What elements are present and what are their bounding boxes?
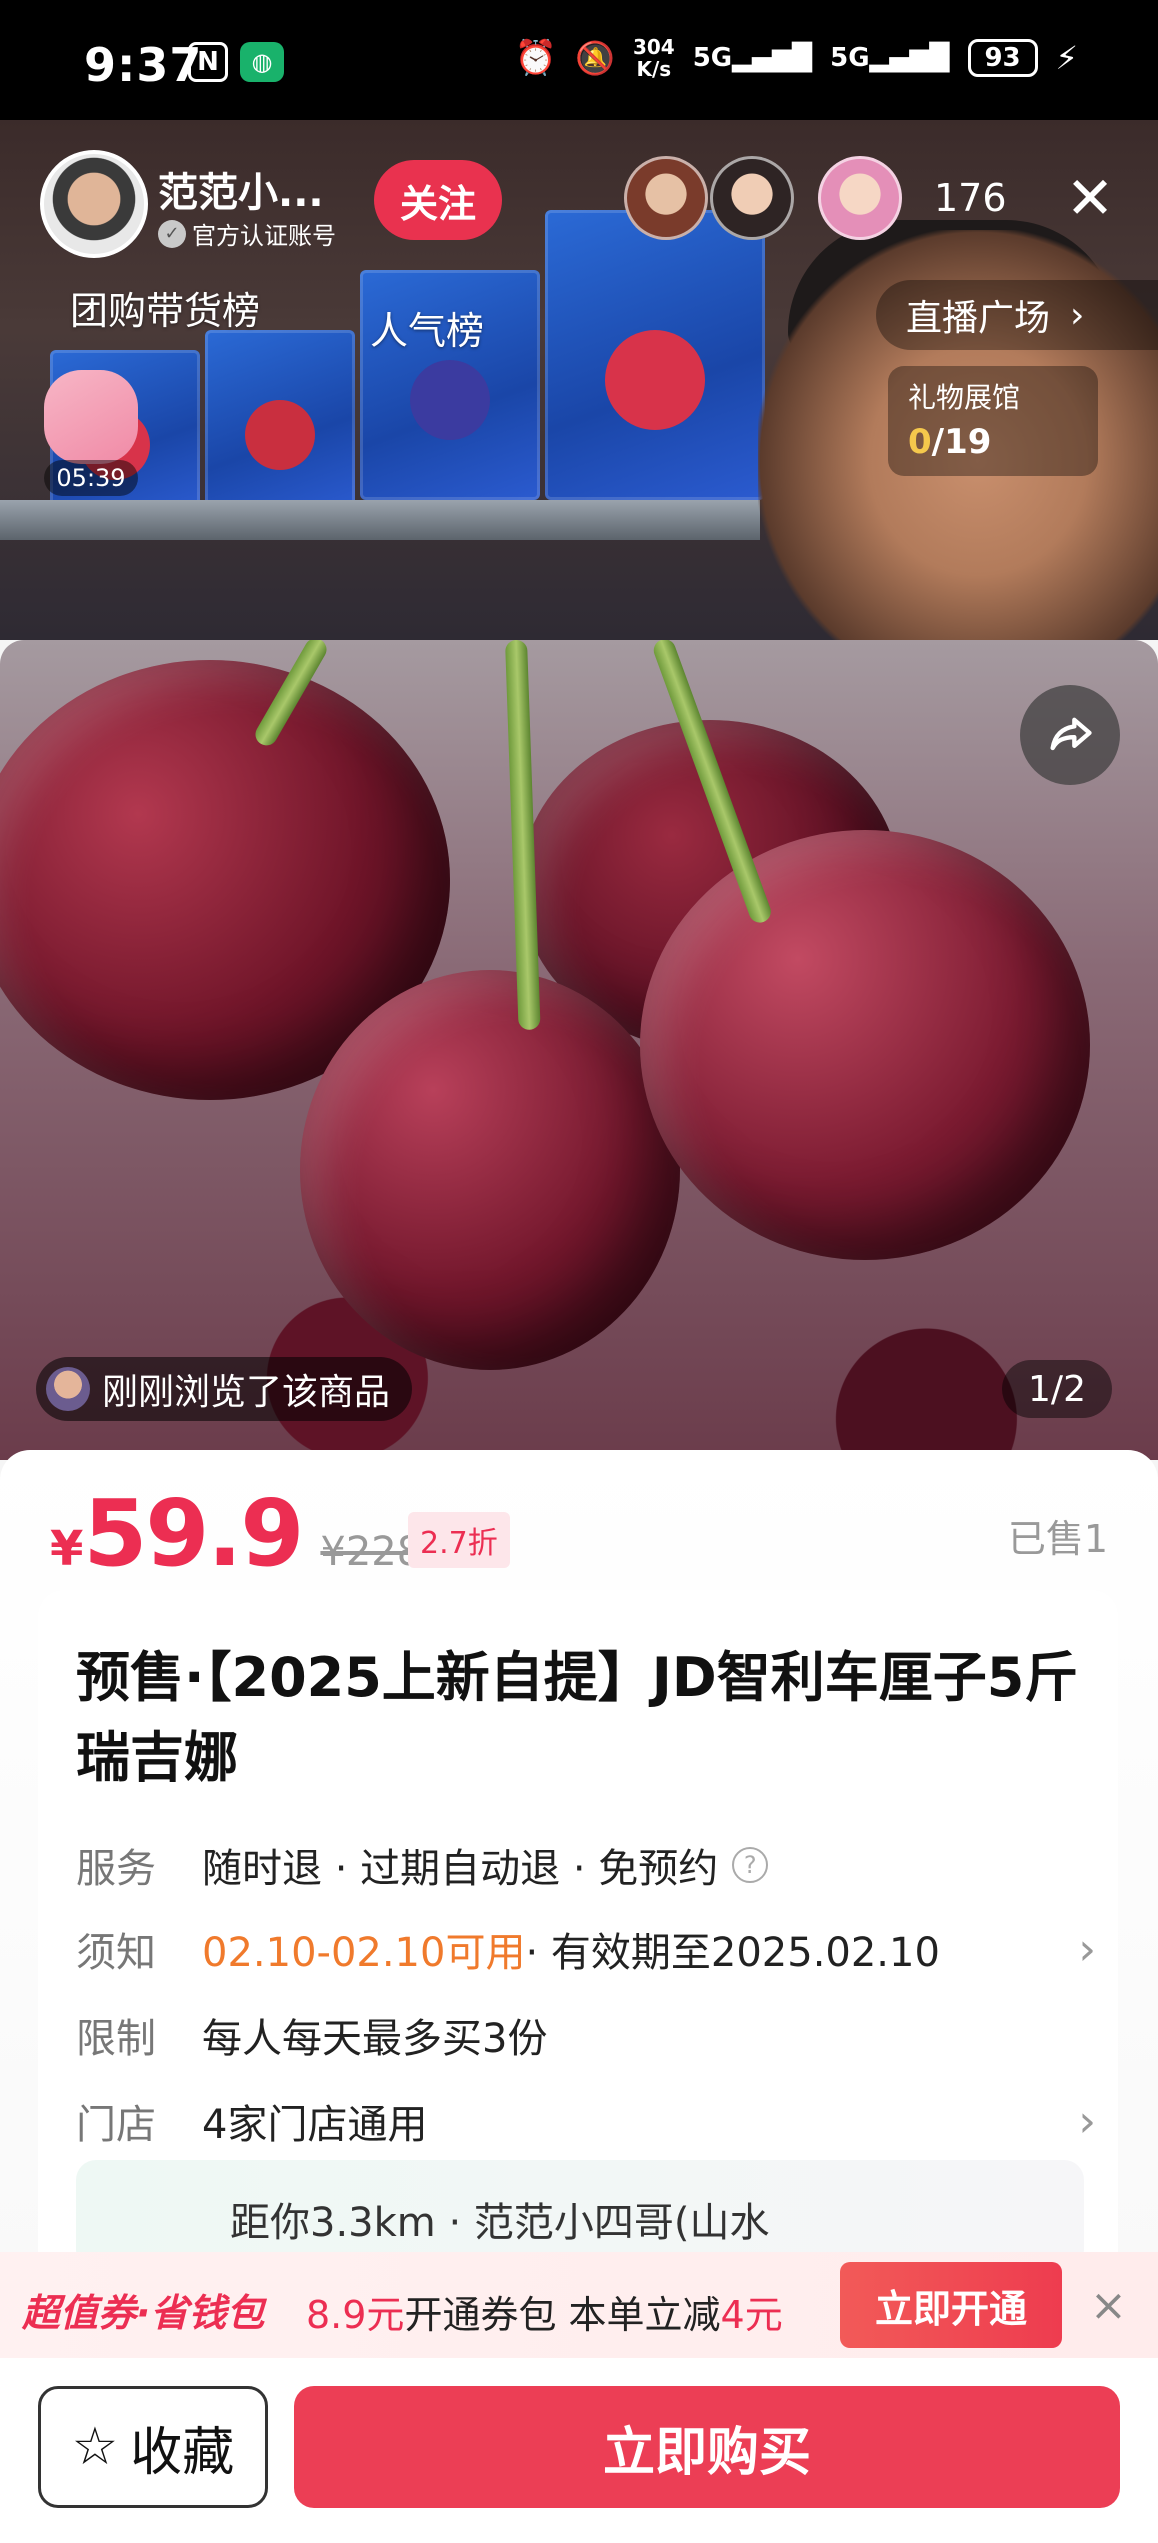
plaza-label: 直播广场 [906,298,1051,339]
verified-icon: ✓ [158,219,186,248]
status-icons: ⏰ 🔕 304 K/s 5G▂▄▆█ 5G▂▄▆█ 93 ⚡ [515,36,1078,80]
favorite-button[interactable]: ☆ 收藏 [38,2386,268,2508]
coupon-banner[interactable]: 超值券·省钱包 8.9元开通券包 本单立减4元 立即开通 × [0,2252,1158,2358]
lucky-bag[interactable]: 05:39 [36,370,146,500]
chevron-right-icon: › [1078,1923,1096,1975]
alarm-icon: ⏰ [514,38,558,78]
favorite-label: 收藏 [130,2422,235,2483]
clock: 9:37 [84,38,203,92]
notice-key: 须知 [76,1930,156,1976]
viewer-count: 176 [934,176,1007,220]
lucky-bag-timer: 05:39 [44,460,138,496]
notice-validity: 02.10-02.10可用 [202,1930,526,1976]
limit-row: 限制 每人每天最多买3份 [76,2000,1096,2070]
service-key: 服务 [76,1846,156,1892]
verified-label: 官方认证账号 [192,222,336,250]
currency-symbol: ¥ [50,1521,84,1577]
viewer-mini-avatar [46,1367,90,1411]
live-plaza-button[interactable]: 直播广场 › [876,280,1158,350]
image-page-indicator: 1/2 [1002,1360,1112,1418]
signal-icon: 5G▂▄▆█ [692,43,813,73]
limit-value: 每人每天最多买3份 [202,2016,548,2062]
viewer-avatar[interactable] [624,156,708,240]
chevron-right-icon: › [1070,294,1085,336]
activate-coupon-button[interactable]: 立即开通 [840,2262,1062,2348]
viewer-avatar[interactable] [818,156,902,240]
original-price: ¥228 [320,1529,423,1575]
follow-button[interactable]: 关注 [374,160,502,240]
cherry-image [300,970,680,1370]
price-row: ¥ 59.9 ¥228 [50,1480,422,1587]
lucky-bag-icon [44,370,138,464]
notice-expiry: · 有效期至2025.02.10 [525,1930,940,1976]
star-icon: ☆ [71,2417,119,2477]
nfc-icon: N [188,42,228,82]
nearest-store-text: 距你3.3km · 范范小四哥(山水 [230,2200,770,2246]
signal-2-label: 5G [830,43,870,73]
signal-1-label: 5G [692,43,733,73]
close-icon[interactable]: ✕ [1060,168,1120,228]
product-title: 预售·【2025上新自提】JD智利车厘子5斤瑞吉娜 [76,1646,1079,1789]
streamer-avatar[interactable] [40,150,148,258]
battery-icon: 93 [967,39,1038,77]
signal-icon-2: 5G▂▄▆█ [830,43,950,73]
bottom-action-bar: ☆ 收藏 立即购买 [0,2358,1158,2543]
limit-key: 限制 [76,2016,156,2062]
gift-count: 0/19 [908,422,1078,462]
net-speed: 304 K/s [633,36,675,80]
discount-badge: 2.7折 [408,1512,510,1568]
charging-icon: ⚡ [1055,39,1078,77]
rank-group-buy[interactable]: 团购带货榜 [70,280,260,335]
verified-badge: ✓ 官方认证账号 [158,216,336,251]
shelf-box [545,210,765,500]
recently-viewed-chip: 刚刚浏览了该商品 [36,1357,413,1421]
rank-popular[interactable]: 人气榜 [370,300,484,355]
store-value: 4家门店通用 [202,2102,428,2148]
viewer-avatar[interactable] [710,156,794,240]
mute-icon: 🔕 [575,39,615,77]
gift-current: 0 [908,422,932,462]
store-row[interactable]: 门店 4家门店通用 › [76,2086,1096,2156]
service-value: 随时退 · 过期自动退 · 免预约 [202,1846,719,1892]
product-image-gallery[interactable]: 刚刚浏览了该商品 1/2 [0,640,1158,1460]
gift-title: 礼物展馆 [908,381,1021,414]
coupon-brand: 超值券·省钱包 [22,2291,265,2335]
coupon-price: 8.9元 [306,2293,405,2337]
close-icon[interactable]: × [1090,2280,1127,2331]
service-row[interactable]: 服务 随时退 · 过期自动退 · 免预约 ? [76,1830,1096,1900]
product-detail-card: 预售·【2025上新自提】JD智利车厘子5斤瑞吉娜 服务 随时退 · 过期自动退… [38,1590,1118,2290]
net-speed-value: 304 [632,35,675,59]
shelf-rail [0,500,760,540]
live-stream-preview[interactable]: 范范小... ✓ 官方认证账号 关注 176 ✕ 团购带货榜 人气榜 直播广场 … [0,120,1158,640]
store-key: 门店 [76,2102,156,2148]
sold-count: 已售1 [1007,1517,1108,1561]
cherry-image [640,830,1090,1260]
recently-viewed-text: 刚刚浏览了该商品 [102,1372,391,1413]
chevron-right-icon: › [1078,2095,1096,2147]
sale-price: 59.9 [83,1480,304,1587]
gift-total: /19 [931,422,992,462]
streamer-name[interactable]: 范范小... [158,160,324,218]
share-icon [1050,717,1092,751]
help-icon[interactable]: ? [732,1847,769,1883]
notice-row[interactable]: 须知 02.10-02.10可用 · 有效期至2025.02.10 › [76,1914,1096,1984]
coupon-save: 4元 [720,2293,783,2337]
buy-now-button[interactable]: 立即购买 [294,2386,1120,2508]
net-speed-unit: K/s [636,57,672,81]
coupon-text: 8.9元开通券包 本单立减4元 [306,2284,783,2339]
coupon-desc: 开通券包 本单立减 [404,2293,721,2337]
share-button[interactable] [1020,685,1120,785]
gift-gallery[interactable]: 礼物展馆 0/19 [888,366,1098,476]
app-notification-icon: ◍ [240,42,284,82]
status-bar: 9:37 N ◍ ⏰ 🔕 304 K/s 5G▂▄▆█ 5G▂▄▆█ 93 ⚡ [0,0,1158,120]
shelf-box [205,330,355,510]
